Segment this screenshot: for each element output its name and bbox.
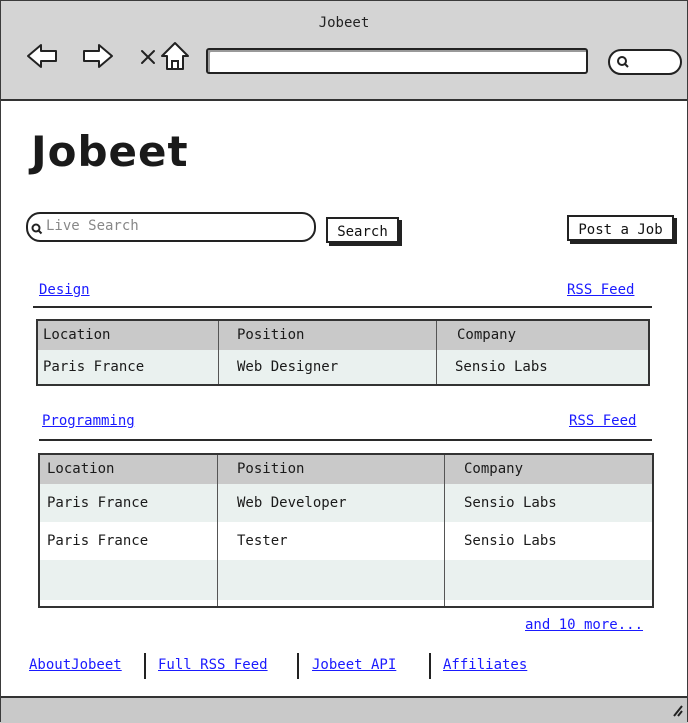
cell-company: Sensio Labs (464, 533, 557, 549)
column-header-position: Position (237, 327, 305, 343)
address-bar[interactable] (206, 48, 588, 74)
table-row[interactable]: Paris France Web Developer Sensio Labs (40, 484, 652, 522)
footer-separator (144, 653, 146, 679)
cell-location: Paris France (43, 359, 145, 375)
resize-grip-icon[interactable] (671, 702, 683, 721)
rss-feed-link-programming[interactable]: RSS Feed (569, 413, 636, 429)
browser-window: Jobeet Jobeet Search Post a Job Design R… (0, 0, 688, 723)
search-icon (616, 54, 630, 73)
table-header: Location Position Company (38, 321, 648, 350)
live-search-input[interactable] (46, 216, 302, 236)
forward-arrow-icon[interactable] (81, 39, 115, 73)
column-header-company: Company (457, 327, 517, 343)
jobs-table-design: Location Position Company Paris France W… (36, 319, 650, 386)
browser-search-field[interactable] (608, 49, 682, 75)
table-header: Location Position Company (40, 455, 652, 484)
footer-link-affiliates[interactable]: Affiliates (443, 657, 527, 673)
column-divider (436, 321, 437, 384)
search-button[interactable]: Search (326, 217, 399, 243)
browser-toolbar: Jobeet (1, 1, 687, 101)
column-divider (218, 321, 219, 384)
footer-link-about[interactable]: AboutJobeet (29, 657, 122, 673)
column-header-company: Company (464, 461, 524, 477)
post-job-button[interactable]: Post a Job (567, 215, 674, 241)
table-row-empty (40, 560, 652, 600)
home-icon[interactable] (158, 39, 192, 73)
more-jobs-link[interactable]: and 10 more... (525, 617, 643, 633)
cell-position: Tester (237, 533, 288, 549)
category-link-programming[interactable]: Programming (42, 413, 135, 429)
cell-location: Paris France (47, 533, 149, 549)
cell-location: Paris France (47, 495, 149, 511)
footer-link-full-rss[interactable]: Full RSS Feed (158, 657, 268, 673)
footer-separator (429, 653, 431, 679)
back-arrow-icon[interactable] (25, 39, 59, 73)
footer-link-api[interactable]: Jobeet API (312, 657, 396, 673)
status-bar (1, 696, 687, 723)
window-title: Jobeet (318, 15, 370, 31)
footer-separator (297, 653, 299, 679)
category-link-design[interactable]: Design (39, 282, 90, 298)
jobs-table-programming: Location Position Company Paris France W… (38, 453, 654, 608)
table-row[interactable]: Paris France Tester Sensio Labs (40, 522, 652, 560)
column-divider (217, 455, 218, 606)
column-header-location: Location (47, 461, 115, 477)
page-title: Jobeet (31, 127, 189, 176)
column-divider (444, 455, 445, 606)
divider (33, 306, 652, 308)
divider (39, 439, 652, 441)
live-search-box[interactable] (26, 212, 316, 242)
column-header-location: Location (43, 327, 111, 343)
cell-position: Web Developer (237, 495, 347, 511)
rss-feed-link-design[interactable]: RSS Feed (567, 282, 634, 298)
column-header-position: Position (237, 461, 305, 477)
search-icon (31, 220, 43, 239)
cell-position: Web Designer (237, 359, 339, 375)
cell-company: Sensio Labs (464, 495, 557, 511)
table-row[interactable]: Paris France Web Designer Sensio Labs (38, 350, 648, 384)
cell-company: Sensio Labs (455, 359, 548, 375)
